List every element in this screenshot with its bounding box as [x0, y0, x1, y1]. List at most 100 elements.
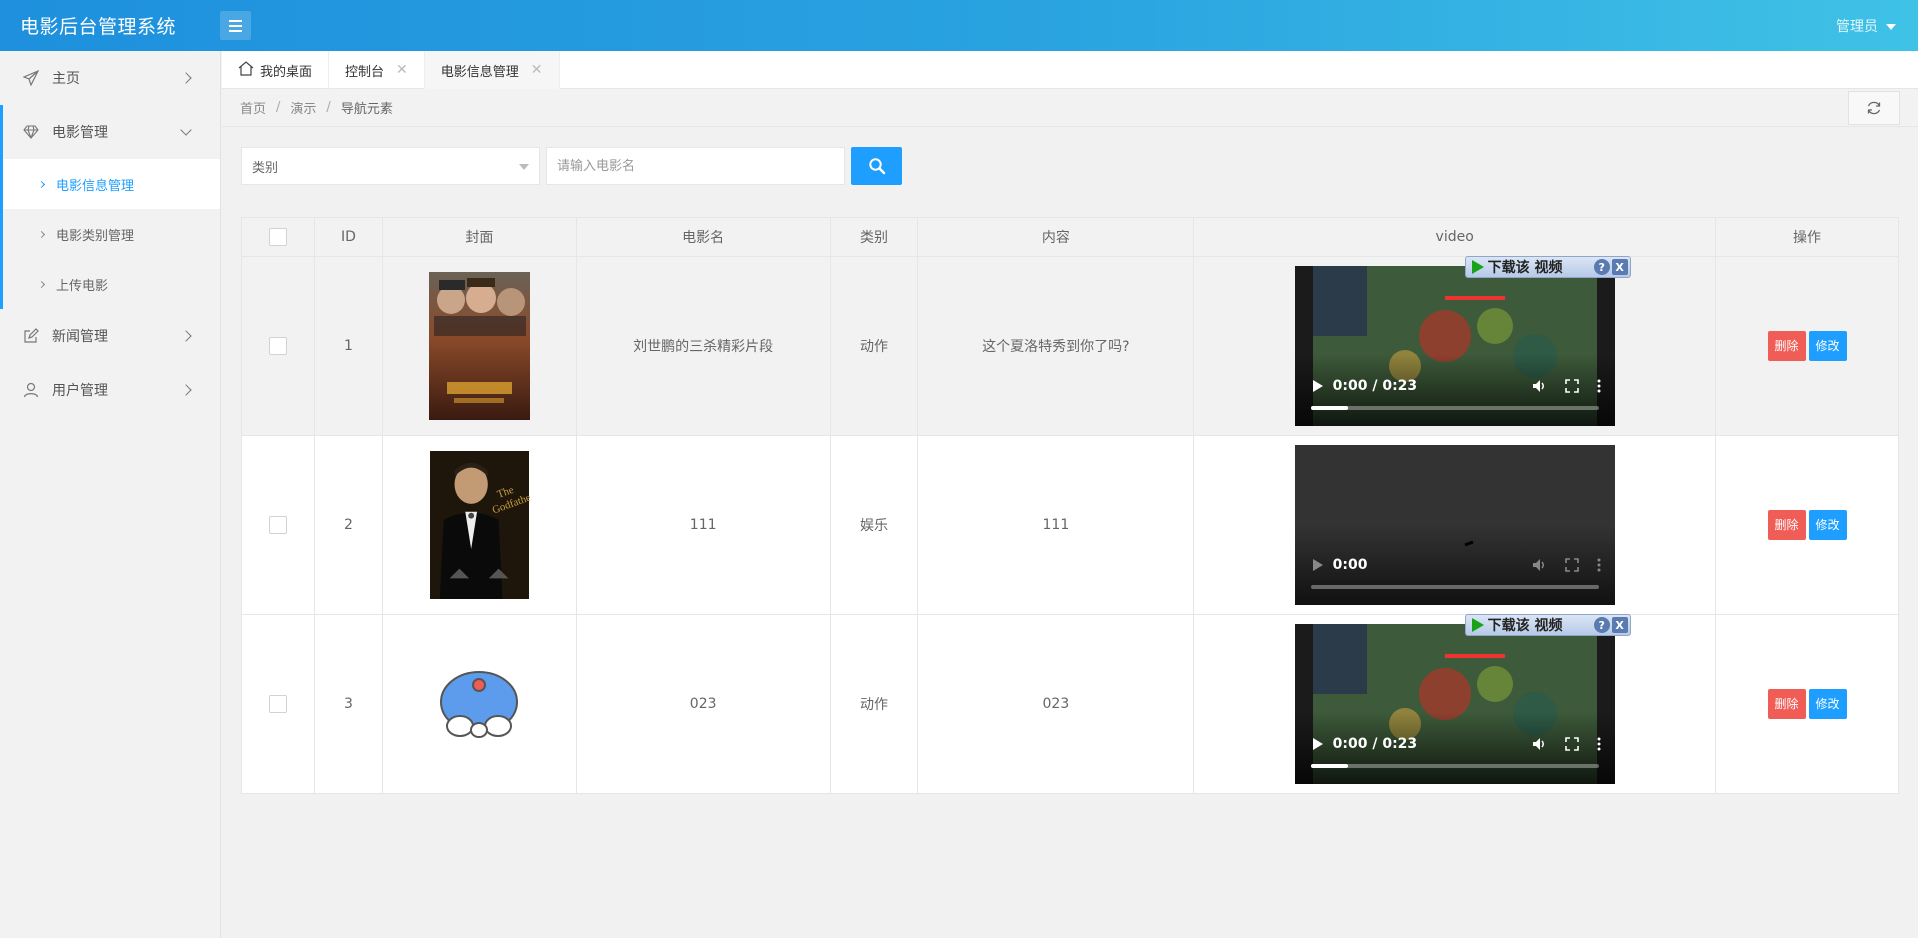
tab-console[interactable]: 控制台 ✕ — [329, 51, 425, 89]
play-icon[interactable] — [1312, 380, 1323, 392]
more-options-icon[interactable] — [1597, 737, 1601, 751]
tab-label: 控制台 — [345, 64, 385, 80]
tab-movie-info[interactable]: 电影信息管理 ✕ — [424, 51, 560, 89]
refresh-icon — [1867, 101, 1881, 115]
volume-icon[interactable] — [1531, 378, 1547, 394]
chevron-down-icon — [180, 124, 192, 136]
video-player[interactable]: 0:00 — [1294, 445, 1615, 605]
refresh-button[interactable] — [1848, 91, 1900, 125]
video-progress-bar[interactable] — [1310, 764, 1599, 768]
column-header: 封面 — [381, 217, 577, 257]
video-player[interactable]: 0:00 / 0:23 下载该 视频 ? X — [1294, 614, 1631, 784]
cartoon-avatar-icon — [440, 671, 519, 738]
row-checkbox[interactable] — [268, 695, 287, 713]
close-icon[interactable]: X — [1611, 259, 1628, 275]
help-icon[interactable]: ? — [1593, 617, 1610, 633]
select-all-checkbox[interactable] — [268, 228, 287, 246]
fullscreen-icon[interactable] — [1564, 379, 1579, 393]
cell-movie-name: 刘世鹏的三杀精彩片段 — [575, 256, 831, 436]
breadcrumb: 首页 / 演示 / 导航元素 — [222, 89, 1918, 127]
movie-name-search-input[interactable] — [546, 147, 845, 185]
tab-label: 我的桌面 — [260, 64, 313, 80]
sidebar-subitem-label: 电影类别管理 — [56, 228, 135, 244]
cell-content: 023 — [917, 614, 1195, 794]
help-icon[interactable]: ? — [1593, 259, 1610, 275]
more-options-icon[interactable] — [1597, 379, 1601, 393]
close-icon[interactable]: ✕ — [531, 62, 543, 78]
video-time: 0:00 / 0:23 — [1332, 378, 1418, 394]
cell-movie-name: 111 — [575, 435, 831, 615]
tab-label: 电影信息管理 — [440, 64, 519, 80]
breadcrumb-item[interactable]: 首页 — [240, 98, 266, 117]
video-progress-bar[interactable] — [1310, 406, 1599, 410]
breadcrumb-item[interactable]: 演示 — [290, 98, 316, 117]
edit-icon — [22, 327, 40, 345]
chevron-right-icon — [37, 230, 46, 238]
column-header: video — [1193, 217, 1717, 257]
fullscreen-icon[interactable] — [1564, 558, 1579, 572]
cell-id: 2 — [313, 435, 383, 615]
download-video-bar[interactable]: 下载该 视频 ? X — [1464, 614, 1631, 636]
sidebar-item-home[interactable]: 主页 — [0, 51, 220, 105]
volume-icon[interactable] — [1531, 557, 1547, 573]
home-icon — [238, 60, 254, 80]
column-header: 操作 — [1715, 217, 1899, 257]
edit-button[interactable]: 修改 — [1808, 331, 1847, 361]
video-controls: 0:00 / 0:23 — [1295, 718, 1615, 784]
row-checkbox[interactable] — [268, 337, 287, 355]
volume-icon[interactable] — [1531, 736, 1547, 752]
movie-poster-image — [428, 272, 530, 420]
user-icon — [22, 381, 40, 399]
play-icon — [1471, 260, 1484, 274]
caret-down-icon — [1886, 24, 1896, 30]
menu-toggle-button[interactable] — [220, 11, 251, 40]
chevron-right-icon — [37, 180, 46, 188]
breadcrumb-separator: / — [276, 100, 281, 115]
play-icon[interactable] — [1312, 738, 1323, 750]
sidebar-subitem-upload-movie[interactable]: 上传电影 — [0, 259, 220, 309]
video-time: 0:00 / 0:23 — [1332, 736, 1418, 752]
sidebar-item-label: 主页 — [52, 71, 80, 87]
video-player[interactable]: 0:00 / 0:23 下载该 视频 ? X — [1294, 256, 1631, 426]
table-row: 3 023 动作 023 0:00 / 0:23 下载该 视频 ? X 删除 修… — [241, 614, 1899, 794]
sidebar-subitem-label: 上传电影 — [56, 278, 109, 294]
category-select-value: 类别 — [252, 160, 279, 176]
sidebar-subitem-movie-info[interactable]: 电影信息管理 — [0, 159, 220, 209]
chevron-right-icon — [180, 384, 192, 396]
category-select[interactable]: 类别 — [241, 147, 540, 185]
close-icon[interactable]: ✕ — [396, 62, 408, 78]
sidebar-item-label: 电影管理 — [52, 125, 108, 141]
delete-button[interactable]: 删除 — [1767, 331, 1806, 361]
sidebar-item-user-management[interactable]: 用户管理 — [0, 363, 220, 417]
tab-my-desktop[interactable]: 我的桌面 — [222, 51, 330, 89]
app-header: 电影后台管理系统 管理员 — [0, 0, 1918, 51]
movie-table: ID 封面 电影名 类别 内容 video 操作 1 刘世鹏的三杀精彩片段 动作… — [241, 217, 1899, 794]
table-header-row: ID 封面 电影名 类别 内容 video 操作 — [241, 217, 1899, 257]
sidebar-subitem-movie-category[interactable]: 电影类别管理 — [0, 209, 220, 259]
row-checkbox[interactable] — [268, 516, 287, 534]
delete-button[interactable]: 删除 — [1767, 510, 1806, 540]
user-menu[interactable]: 管理员 — [1836, 16, 1896, 36]
sidebar-item-news-management[interactable]: 新闻管理 — [0, 309, 220, 363]
sidebar-item-label: 用户管理 — [52, 383, 108, 399]
fullscreen-icon[interactable] — [1564, 737, 1579, 751]
cell-content: 111 — [917, 435, 1195, 615]
video-progress-bar[interactable] — [1310, 585, 1599, 589]
download-video-label: 下载该 视频 — [1487, 260, 1563, 276]
chevron-right-icon — [180, 72, 192, 84]
edit-button[interactable]: 修改 — [1808, 689, 1847, 719]
more-options-icon[interactable] — [1597, 558, 1601, 572]
cell-category: 动作 — [829, 614, 919, 794]
table-row: 2 The Godfather 111 娱乐 111 0:00 删除 修改 — [241, 435, 1899, 615]
movie-poster-image: The Godfather — [429, 451, 530, 599]
sidebar-item-movie-management[interactable]: 电影管理 — [0, 105, 220, 159]
sidebar-subitem-label: 电影信息管理 — [56, 178, 135, 194]
play-icon[interactable] — [1312, 559, 1323, 571]
close-icon[interactable]: X — [1611, 617, 1628, 633]
paper-plane-icon — [22, 69, 40, 87]
filter-bar: 类别 — [241, 147, 902, 185]
search-button[interactable] — [851, 147, 902, 185]
delete-button[interactable]: 删除 — [1767, 689, 1806, 719]
download-video-bar[interactable]: 下载该 视频 ? X — [1464, 256, 1631, 278]
edit-button[interactable]: 修改 — [1808, 510, 1847, 540]
